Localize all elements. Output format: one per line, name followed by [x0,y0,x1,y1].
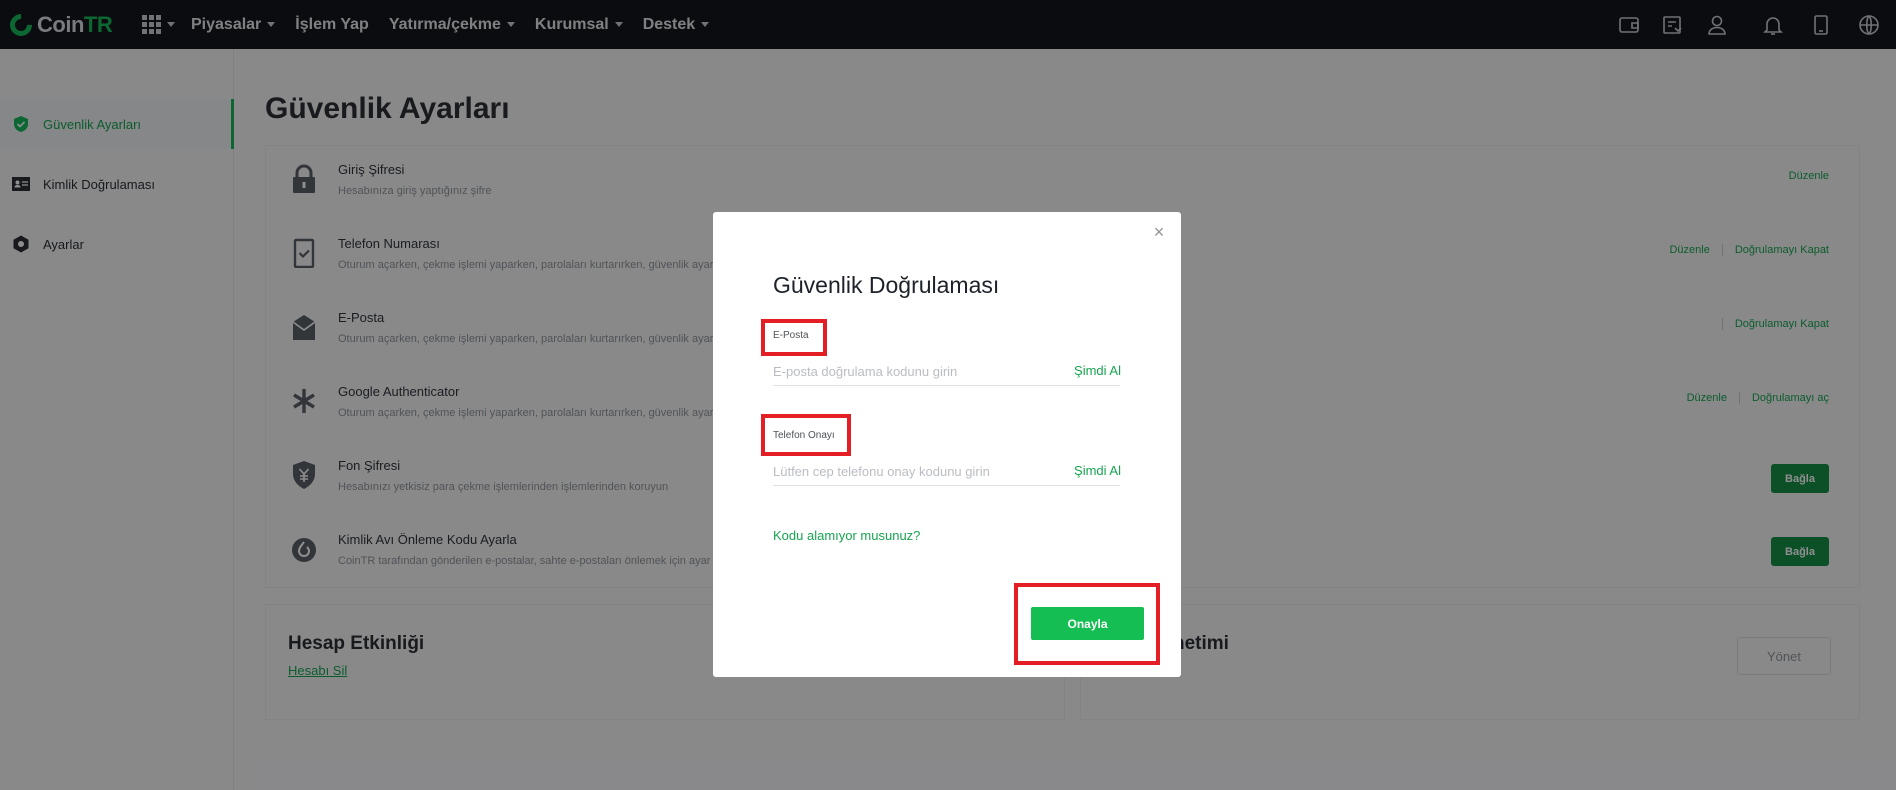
cant-receive-code-link[interactable]: Kodu alamıyor musunuz? [773,528,920,543]
highlight-box-email-label [761,319,827,356]
email-code-input[interactable] [773,358,1120,386]
phone-code-input[interactable] [773,458,1120,486]
modal-title: Güvenlik Doğrulaması [773,272,1000,298]
highlight-box-confirm-button [1014,583,1160,665]
highlight-box-phone-label [761,414,851,456]
phone-get-code-button[interactable]: Şimdi Al [1074,463,1121,478]
email-get-code-button[interactable]: Şimdi Al [1074,363,1121,378]
close-icon[interactable]: × [1149,222,1169,242]
